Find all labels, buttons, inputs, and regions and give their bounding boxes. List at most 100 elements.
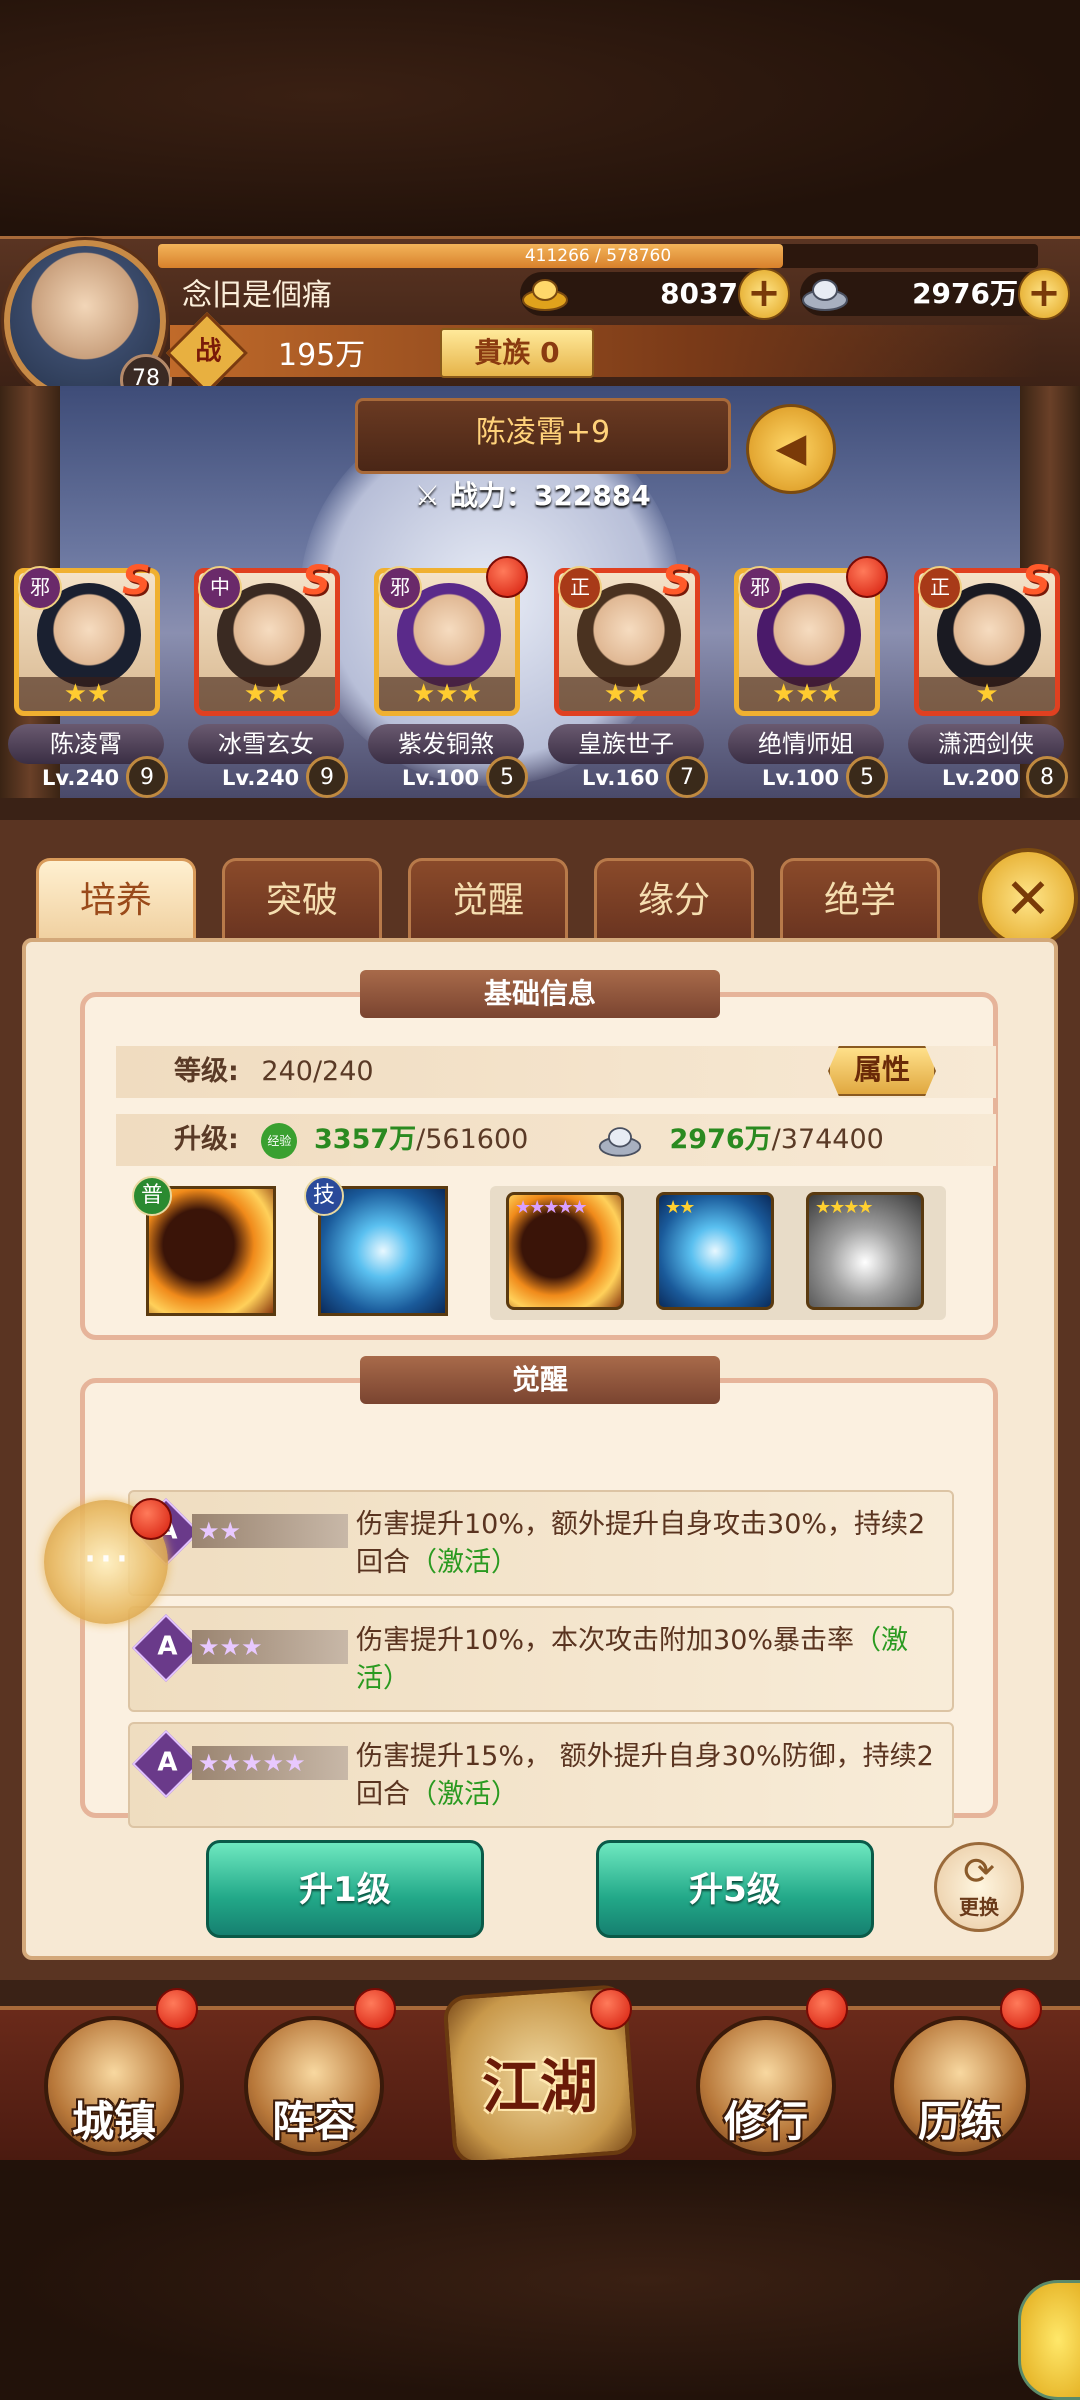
nav-jianghu-label: 江湖 [481, 2053, 598, 2121]
background-top [0, 0, 1080, 240]
hero-faction-badge: 邪 [738, 566, 782, 610]
hero-faction-badge: 中 [198, 566, 242, 610]
chat-bubble-icon: ··· [82, 1530, 130, 1588]
upgrade-5-button[interactable]: 升5级 [596, 1840, 874, 1938]
hero-rank-badge: S [122, 558, 151, 604]
tab-ultimate[interactable]: 绝学 [780, 858, 940, 940]
exp-have: 3357万 [314, 1124, 417, 1155]
noble-badge[interactable]: 貴族 0 [440, 328, 594, 378]
gold-value: 8037 [660, 277, 738, 310]
exp-bar: 411266 / 578760 [158, 244, 1038, 268]
hero-faction-badge: 正 [918, 566, 962, 610]
hero-stars: ★★ [19, 677, 155, 711]
hero-power: ⚔ 战力：322884 [415, 474, 651, 514]
add-gold-button[interactable]: + [738, 268, 790, 320]
chat-notification-dot [130, 1498, 172, 1540]
background-bottom [0, 2160, 1080, 2400]
hero-breakthrough-badge: 7 [666, 756, 708, 798]
close-button[interactable]: ✕ [978, 848, 1078, 948]
awaken-skill-2[interactable]: ★★ [656, 1192, 774, 1310]
hero-faction-badge: 邪 [18, 566, 62, 610]
player-power: 195万 [278, 338, 366, 373]
awaken-skill-3-stars: ★★★★ [815, 1197, 874, 1218]
gold-ingot-icon [522, 279, 568, 311]
skill-technique-tag: 技 [304, 1176, 344, 1216]
awaken-row: A ★★★ 伤害提升10%，本次攻击附加30%暴击率（激活） [128, 1606, 954, 1712]
tab-cultivate[interactable]: 培养 [36, 858, 196, 940]
hero-breakthrough-badge: 9 [126, 756, 168, 798]
hero-rank-badge: S [302, 558, 331, 604]
awaken-skill-1[interactable]: ★★★★★ [506, 1192, 624, 1310]
awaken-row-stars: ★★★ [192, 1630, 348, 1664]
exp-need: /561600 [416, 1124, 529, 1155]
hero-notification-dot [846, 556, 888, 598]
awaken-a-icon: A [132, 1730, 200, 1798]
exp-text: 411266 / 578760 [524, 246, 672, 266]
awaken-skill-2-stars: ★★ [665, 1197, 695, 1218]
awaken-row: A ★★ 伤害提升10%，额外提升自身攻击30%，持续2回合（激活） [128, 1490, 954, 1596]
crossed-swords-icon: ⚔ [415, 479, 441, 512]
awaken-row-text: 伤害提升10%，额外提升自身攻击30%，持续2回合（激活） [356, 1509, 926, 1578]
hero-title: 陈凌霄+9 [355, 398, 731, 474]
level-label: 等级: [174, 1056, 239, 1087]
player-name: 念旧是個痛 [182, 278, 332, 313]
hero-breakthrough-badge: 5 [846, 756, 888, 798]
hero-stars: ★★★ [739, 677, 875, 711]
silver-value: 2976万 [912, 277, 1018, 310]
awaken-title: 觉醒 [360, 1356, 720, 1404]
speaker-icon: ◀ [775, 425, 807, 471]
hero-rank-badge: S [662, 558, 691, 604]
hero-level: Lv.240 [222, 766, 300, 790]
hero-stars: ★★ [199, 677, 335, 711]
nav-practice-label: 修行 [723, 2097, 808, 2146]
hero-power-value: 322884 [533, 479, 651, 512]
basic-info-title: 基础信息 [360, 970, 720, 1018]
awaken-a-icon: A [132, 1614, 200, 1682]
attribute-button[interactable]: 属性 [828, 1046, 936, 1096]
hero-level: Lv.160 [582, 766, 660, 790]
hero-stars: ★ [919, 677, 1055, 711]
skill-normal-tag: 普 [132, 1176, 172, 1216]
close-icon: ✕ [1004, 867, 1052, 932]
awaken-skill-3[interactable]: ★★★★ [806, 1192, 924, 1310]
hero-rank-badge: S [1022, 558, 1051, 604]
tab-awaken[interactable]: 觉醒 [408, 858, 568, 940]
awaken-status: （激活） [410, 1547, 518, 1578]
awaken-row-text: 伤害提升10%，本次攻击附加30%暴击率（激活） [356, 1625, 909, 1694]
add-silver-button[interactable]: + [1018, 268, 1070, 320]
silver-ingot-icon [598, 1126, 642, 1157]
hero-power-label: 战力： [449, 479, 534, 512]
silver-have: 2976万 [669, 1124, 772, 1155]
exp-pill-icon: 经验 [261, 1122, 298, 1159]
upgrade-row: 升级: 经验 3357万/561600 2976万/374400 [116, 1114, 996, 1166]
upgrade-1-button[interactable]: 升1级 [206, 1840, 484, 1938]
awaken-row-stars: ★★★★★ [192, 1746, 348, 1780]
hero-breakthrough-badge: 8 [1026, 756, 1068, 798]
hero-level: Lv.240 [42, 766, 120, 790]
awaken-row: A ★★★★★ 伤害提升15%， 额外提升自身30%防御，持续2回合（激活） [128, 1722, 954, 1828]
silver-need: /374400 [771, 1124, 884, 1155]
level-value: 240/240 [261, 1056, 374, 1087]
hero-breakthrough-badge: 5 [486, 756, 528, 798]
awaken-row-text: 伤害提升15%， 额外提升自身30%防御，持续2回合（激活） [356, 1741, 934, 1810]
refresh-icon: ⟳ [963, 1849, 995, 1893]
hero-faction-badge: 邪 [378, 566, 422, 610]
voice-button[interactable]: ◀ [746, 404, 836, 494]
floating-widget[interactable] [1018, 2280, 1080, 2400]
awaken-row-stars: ★★ [192, 1514, 348, 1548]
nav-town-dot [156, 1988, 198, 2030]
nav-jianghu-dot [590, 1988, 632, 2030]
upgrade-label: 升级: [174, 1124, 239, 1155]
nav-trial-dot [1000, 1988, 1042, 2030]
silver-currency: 2976万 + [800, 268, 1070, 320]
silver-ingot-icon [802, 279, 848, 311]
tab-breakthrough[interactable]: 突破 [222, 858, 382, 940]
swap-button[interactable]: ⟳ 更换 [934, 1842, 1024, 1932]
hero-level: Lv.200 [942, 766, 1020, 790]
hero-stars: ★★★ [379, 677, 515, 711]
nav-practice-dot [806, 1988, 848, 2030]
awaken-skill-1-stars: ★★★★★ [515, 1197, 588, 1218]
nav-lineup-label: 阵容 [271, 2097, 356, 2146]
tab-fate[interactable]: 缘分 [594, 858, 754, 940]
hero-level: Lv.100 [762, 766, 840, 790]
